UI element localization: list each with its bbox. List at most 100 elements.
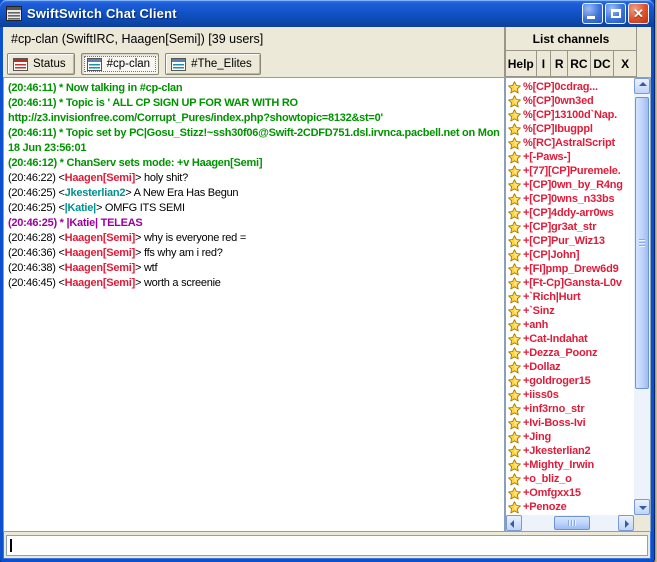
user-list-item[interactable]: +[FI]pmp_Drew6d9 bbox=[507, 262, 634, 276]
app-icon bbox=[6, 6, 22, 21]
user-list-item[interactable]: +o_bliz_o bbox=[507, 472, 634, 486]
scroll-grip bbox=[568, 520, 576, 526]
star-icon bbox=[508, 318, 521, 331]
title-bar[interactable]: SwiftSwitch Chat Client ✕ bbox=[0, 0, 654, 27]
user-list-item[interactable]: +iiss0s bbox=[507, 388, 634, 402]
star-icon bbox=[508, 80, 521, 93]
toolbar: Help I R RC DC X bbox=[504, 51, 651, 77]
horizontal-scroll-thumb[interactable] bbox=[554, 516, 590, 530]
user-list-item[interactable]: +[77][CP]Puremele. bbox=[507, 164, 634, 178]
star-icon bbox=[508, 220, 521, 233]
toolbar-button-i[interactable]: I bbox=[535, 51, 552, 77]
star-icon bbox=[508, 430, 521, 443]
vertical-scroll-thumb[interactable] bbox=[635, 97, 649, 389]
user-name: +[CP]gr3at_str bbox=[523, 221, 597, 233]
user-name: +`Rich|Hurt bbox=[523, 291, 581, 303]
scroll-down-button[interactable] bbox=[634, 499, 650, 515]
user-list-item[interactable]: +`Sinz bbox=[507, 304, 634, 318]
user-list-vertical-scrollbar[interactable] bbox=[634, 78, 650, 515]
user-list-item[interactable]: +Jing bbox=[507, 430, 634, 444]
user-list-item[interactable]: +Penoze bbox=[507, 500, 634, 514]
user-list-item[interactable]: +Jkesterlian2 bbox=[507, 444, 634, 458]
user-list-horizontal-scrollbar[interactable] bbox=[506, 515, 634, 531]
tab-label: #The_Elites bbox=[191, 58, 252, 70]
star-icon bbox=[508, 108, 521, 121]
scroll-right-button[interactable] bbox=[618, 515, 634, 531]
user-name: +anh bbox=[523, 319, 549, 331]
user-list-item[interactable]: +Dollaz bbox=[507, 360, 634, 374]
user-name: +Mighty_Irwin bbox=[523, 459, 595, 471]
star-icon bbox=[508, 360, 521, 373]
user-list-item[interactable]: +[CP]Pur_Wiz13 bbox=[507, 234, 634, 248]
close-button[interactable]: ✕ bbox=[628, 3, 649, 24]
user-list-item[interactable]: +[CP]0wns_n33bs bbox=[507, 192, 634, 206]
list-channels-button[interactable]: List channels bbox=[505, 27, 637, 51]
star-icon bbox=[508, 500, 521, 513]
chat-line: (20:46:25) <|Katie|> OMFG ITS SEMI bbox=[8, 202, 185, 214]
scroll-left-button[interactable] bbox=[506, 515, 522, 531]
user-list-item[interactable]: +goldroger15 bbox=[507, 374, 634, 388]
user-list-item[interactable]: +[CP]0wn_by_R4ng bbox=[507, 178, 634, 192]
chat-line: (20:46:45) <Haagen[Semi]> worth a screen… bbox=[8, 277, 221, 289]
user-list-item[interactable]: +anh bbox=[507, 318, 634, 332]
user-list-item[interactable]: +Mighty_Irwin bbox=[507, 458, 634, 472]
user-list-item[interactable]: %[CP]Ibugppl bbox=[507, 122, 634, 136]
scroll-up-button[interactable] bbox=[634, 78, 650, 94]
toolbar-button-r[interactable]: R bbox=[550, 51, 569, 77]
user-name: +[CP]0wn_by_R4ng bbox=[523, 179, 623, 191]
chat-line: (20:46:25) <Jkesterlian2> A New Era Has … bbox=[8, 187, 239, 199]
nickname: Jkesterlian2 bbox=[64, 187, 126, 199]
tab--cp-clan[interactable]: #cp-clan bbox=[80, 53, 160, 75]
user-list-item[interactable]: %[CP]13100d`Nap. bbox=[507, 108, 634, 122]
minimize-button[interactable] bbox=[582, 3, 603, 24]
user-name: +Dollaz bbox=[523, 361, 561, 373]
user-list-item[interactable]: %[CP]0wn3ed bbox=[507, 94, 634, 108]
user-list-item[interactable]: +Cat-Indahat bbox=[507, 332, 634, 346]
user-name: +Penoze bbox=[523, 501, 567, 513]
text-caret bbox=[10, 539, 12, 552]
toolbar-button-help[interactable]: Help bbox=[505, 51, 537, 77]
star-icon bbox=[508, 178, 521, 191]
maximize-button[interactable] bbox=[605, 3, 626, 24]
user-list-item[interactable]: +[CP]gr3at_str bbox=[507, 220, 634, 234]
tab-bar: Status #cp-clan #The_Elites bbox=[3, 51, 504, 77]
user-name: %[CP]13100d`Nap. bbox=[523, 109, 617, 121]
toolbar-button-x[interactable]: X bbox=[613, 51, 638, 77]
user-list-item[interactable]: +[-Paws-] bbox=[507, 150, 634, 164]
user-list-item[interactable]: +Ivi-Boss-Ivi bbox=[507, 416, 634, 430]
user-list-item[interactable]: %[RC]AstralScript bbox=[507, 136, 634, 150]
chat-line: (20:46:11) * Topic set by PC|Gosu_Stizz!… bbox=[8, 127, 500, 154]
toolbar-button-rc[interactable]: RC bbox=[567, 51, 591, 77]
message-input[interactable] bbox=[7, 536, 647, 555]
chat-line: (20:46:36) <Haagen[Semi]> ffs why am i r… bbox=[8, 247, 223, 259]
arrow-right-icon bbox=[625, 520, 629, 528]
main-area: (20:46:11) * Now talking in #cp-clan (20:… bbox=[3, 77, 651, 532]
nickname: |Katie| bbox=[64, 202, 97, 214]
user-list-item[interactable]: +[CP]4ddy-arr0ws bbox=[507, 206, 634, 220]
user-list-item[interactable]: +Dezza_Poonz bbox=[507, 346, 634, 360]
user-list-item[interactable]: %[CP]0cdrag... bbox=[507, 80, 634, 94]
chat-line: (20:46:22) <Haagen[Semi]> holy shit? bbox=[8, 172, 188, 184]
message-input-row bbox=[6, 535, 648, 556]
tab--the-elites[interactable]: #The_Elites bbox=[165, 53, 261, 75]
user-list-item[interactable]: +[CP|John] bbox=[507, 248, 634, 262]
star-icon bbox=[508, 262, 521, 275]
arrow-down-icon bbox=[639, 506, 647, 510]
window-title: SwiftSwitch Chat Client bbox=[27, 6, 177, 21]
nickname: Haagen[Semi] bbox=[64, 262, 136, 274]
star-icon bbox=[508, 206, 521, 219]
user-name: +[77][CP]Puremele. bbox=[523, 165, 621, 177]
user-name: %[CP]0wn3ed bbox=[523, 95, 594, 107]
user-list-item[interactable]: +inf3rno_str bbox=[507, 402, 634, 416]
star-icon bbox=[508, 248, 521, 261]
user-name: +[CP]Pur_Wiz13 bbox=[523, 235, 605, 247]
maximize-icon bbox=[611, 9, 621, 18]
toolbar-button-dc[interactable]: DC bbox=[589, 51, 615, 77]
user-list-panel: %[CP]0cdrag... %[CP]0wn3ed %[CP]13100d`N… bbox=[505, 77, 651, 532]
star-icon bbox=[508, 192, 521, 205]
scroll-grip bbox=[639, 239, 645, 247]
user-list-item[interactable]: +`Rich|Hurt bbox=[507, 290, 634, 304]
tab-status[interactable]: Status bbox=[7, 53, 75, 75]
user-list-item[interactable]: +[Ft-Cp]Gansta-L0v bbox=[507, 276, 634, 290]
user-list-item[interactable]: +Omfgxx15 bbox=[507, 486, 634, 500]
